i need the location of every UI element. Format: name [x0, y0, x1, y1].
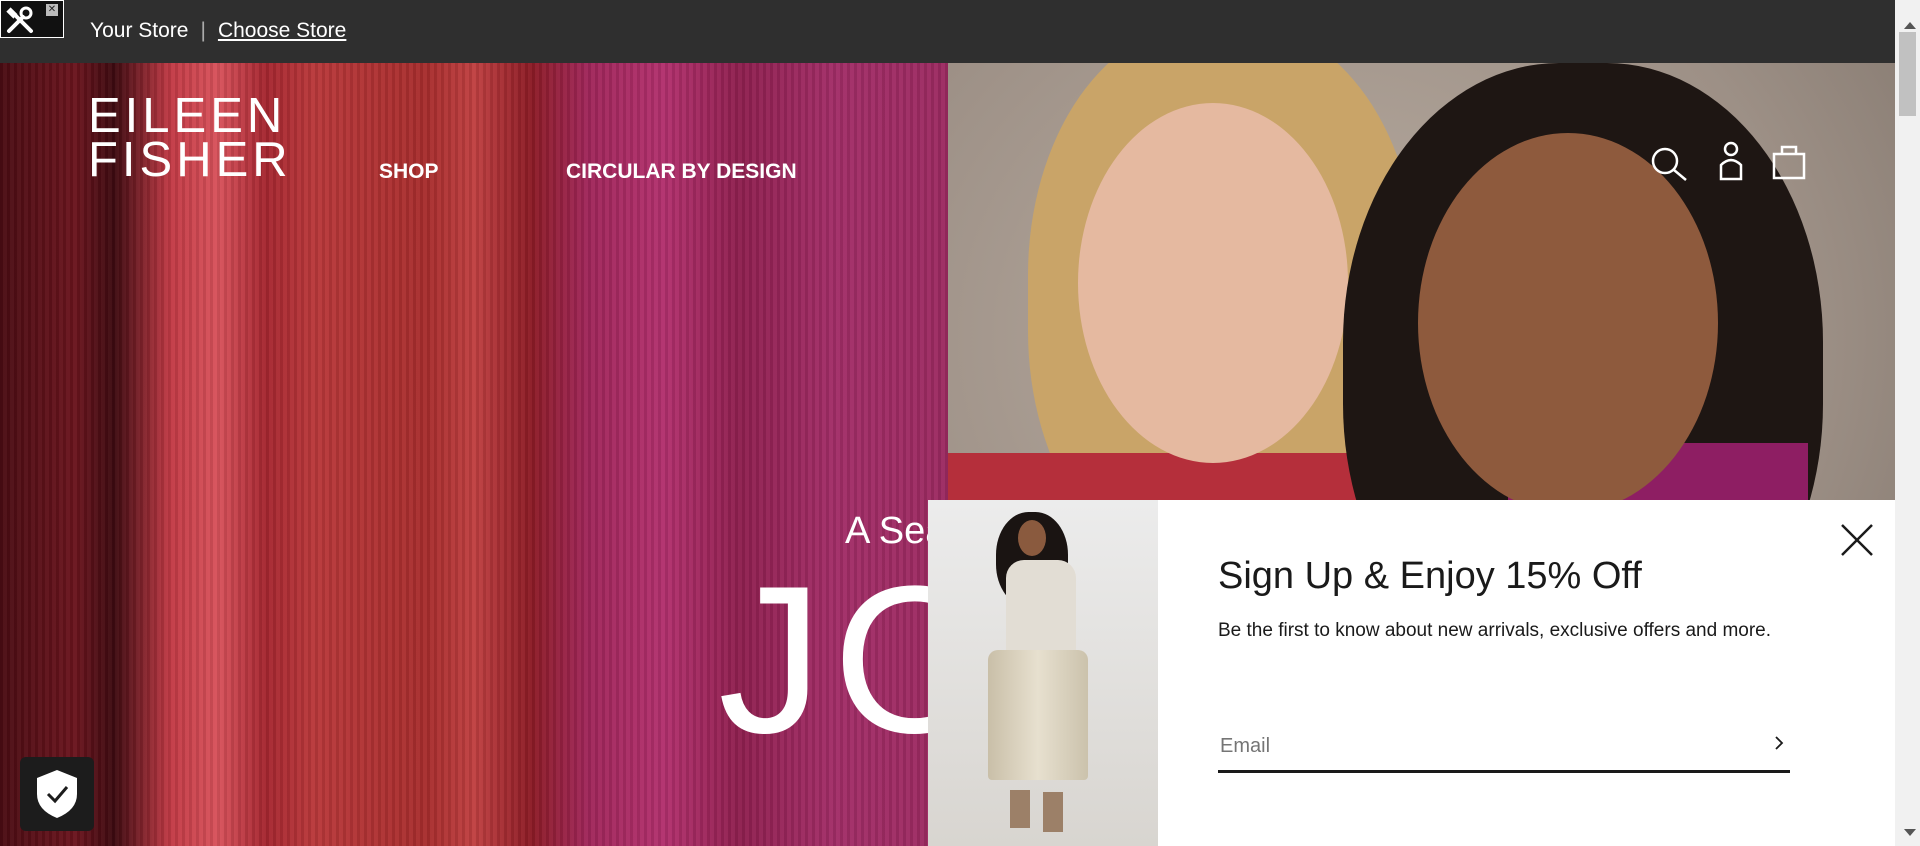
logo-line-1: EILEEN	[88, 89, 287, 143]
submit-arrow-icon[interactable]	[1770, 734, 1788, 752]
close-icon[interactable]	[1839, 522, 1875, 558]
figure-face	[1018, 520, 1046, 556]
email-field[interactable]	[1218, 720, 1787, 772]
dev-tools-widget[interactable]: ✕	[0, 0, 64, 38]
search-icon[interactable]	[1650, 146, 1690, 187]
store-selector: Your Store | Choose Store	[90, 19, 346, 43]
nav-shop[interactable]: SHOP	[379, 160, 439, 184]
account-icon[interactable]	[1718, 141, 1744, 186]
tools-icon	[6, 6, 33, 33]
nav-circular-by-design[interactable]: CIRCULAR BY DESIGN	[566, 160, 797, 184]
scroll-down-arrow-icon[interactable]	[1904, 829, 1916, 836]
signup-model-image	[928, 500, 1158, 846]
email-underline	[1218, 770, 1790, 773]
bag-icon[interactable]	[1772, 144, 1806, 185]
model-face-left	[1078, 103, 1348, 463]
store-separator: |	[200, 19, 206, 42]
store-bar: ✕ Your Store | Choose Store	[0, 0, 1920, 63]
model-face-right	[1418, 133, 1718, 513]
signup-title: Sign Up & Enjoy 15% Off	[1218, 555, 1642, 597]
scroll-up-arrow-icon[interactable]	[1904, 22, 1916, 29]
logo-line-2: FISHER	[88, 133, 292, 187]
scrollbar-thumb[interactable]	[1899, 32, 1916, 116]
figure-boot-left	[1010, 790, 1030, 828]
close-tools-icon[interactable]: ✕	[46, 4, 58, 16]
signup-modal: Sign Up & Enjoy 15% Off Be the first to …	[928, 500, 1895, 846]
figure-skirt	[988, 650, 1088, 780]
signup-description: Be the first to know about new arrivals,…	[1218, 620, 1772, 641]
choose-store-link[interactable]: Choose Store	[218, 19, 346, 43]
brand-logo[interactable]: EILEEN FISHER	[88, 89, 292, 187]
your-store-label: Your Store	[90, 19, 189, 42]
shield-check-icon	[37, 770, 77, 818]
security-badge[interactable]	[20, 757, 94, 831]
page-scrollbar[interactable]	[1895, 0, 1920, 846]
figure-boot-right	[1043, 792, 1063, 832]
